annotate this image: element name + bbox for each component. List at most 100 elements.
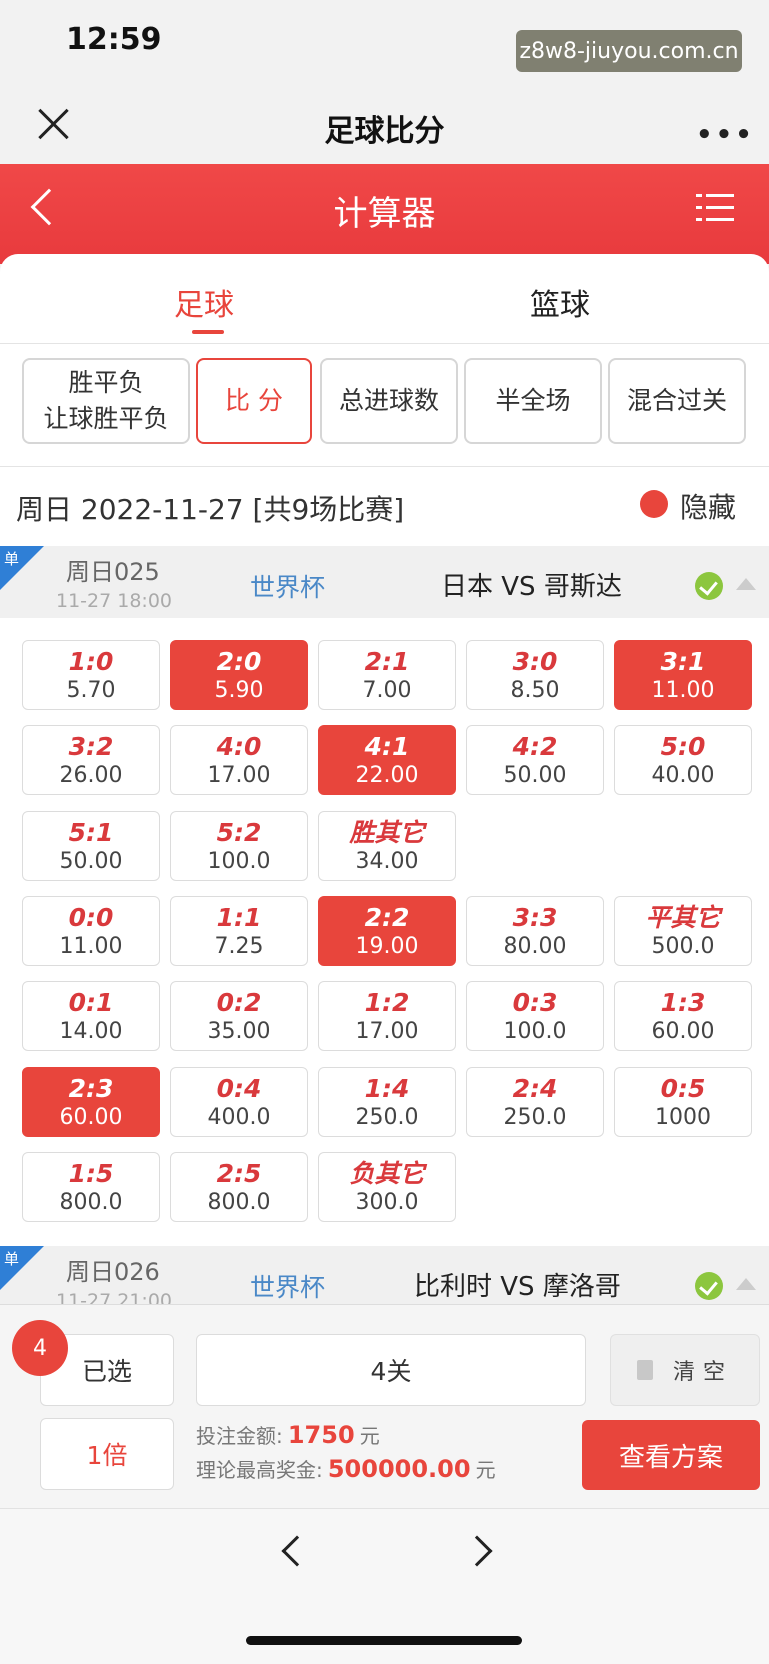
score-cell[interactable]: 5:2 100.0: [170, 811, 308, 881]
bet-amount-label: 投注金额:: [196, 1424, 283, 1448]
odds-value: 400.0: [207, 1105, 271, 1130]
bet-type-label: 胜平负: [68, 367, 144, 397]
pass-type-select[interactable]: 4关: [196, 1334, 586, 1406]
score-cell[interactable]: 1:2 17.00: [318, 981, 456, 1051]
score-cell[interactable]: 4:1 22.00: [318, 725, 456, 795]
odds-value: 8.50: [510, 678, 560, 703]
match-number: 周日025: [66, 558, 160, 586]
score-cell[interactable]: 3:3 80.00: [466, 896, 604, 966]
score-cell[interactable]: 0:3 100.0: [466, 981, 604, 1051]
view-plan-button[interactable]: 查看方案: [582, 1420, 760, 1490]
tab-football[interactable]: 足球: [174, 280, 234, 324]
score-cell[interactable]: 4:0 17.00: [170, 725, 308, 795]
collapse-icon[interactable]: [736, 1278, 756, 1290]
score-label: 3:2: [68, 732, 114, 761]
active-tab-indicator: [192, 330, 224, 334]
league-name: 世界杯: [250, 1273, 326, 1302]
status-time: 12:59: [66, 22, 162, 57]
single-badge-label: 单: [4, 1250, 20, 1268]
score-cell[interactable]: 5:1 50.00: [22, 811, 160, 881]
odds-value: 22.00: [355, 763, 419, 788]
score-cell[interactable]: 0:2 35.00: [170, 981, 308, 1051]
match-header[interactable]: 单 周日026 11-27 21:00 世界杯 比利时 VS 摩洛哥: [0, 1246, 769, 1304]
watermark: z8w8-jiuyou.com.cn: [516, 30, 742, 72]
score-cell[interactable]: 2:0 5.90: [170, 640, 308, 710]
score-label: 1:0: [68, 647, 114, 676]
bet-type-half-full[interactable]: 半全场: [464, 358, 602, 444]
score-label: 平其它: [645, 903, 721, 932]
clear-label: 清空: [672, 1360, 733, 1385]
odds-value: 250.0: [503, 1105, 567, 1130]
score-cell[interactable]: 3:2 26.00: [22, 725, 160, 795]
hide-label[interactable]: 隐藏: [680, 486, 736, 526]
odds-value: 60.00: [59, 1105, 123, 1130]
date-text: 周日 2022-11-27 [共9场比赛]: [16, 493, 405, 526]
more-icon[interactable]: •••: [696, 120, 755, 150]
multiplier-input[interactable]: 1倍: [40, 1418, 174, 1490]
score-cell[interactable]: 1:5 800.0: [22, 1152, 160, 1222]
odds-value: 7.00: [362, 678, 412, 703]
menu-icon[interactable]: [696, 192, 734, 224]
max-prize-unit: 元: [475, 1458, 496, 1482]
score-label: 4:2: [512, 732, 558, 761]
score-cell[interactable]: 5:0 40.00: [614, 725, 752, 795]
score-label: 负其它: [349, 1159, 425, 1188]
score-cell[interactable]: 0:4 400.0: [170, 1067, 308, 1137]
odds-value: 5.70: [66, 678, 116, 703]
bet-type-total-goals[interactable]: 总进球数: [320, 358, 458, 444]
score-cell[interactable]: 胜其它 34.00: [318, 811, 456, 881]
score-cell[interactable]: 2:4 250.0: [466, 1067, 604, 1137]
score-label: 3:0: [512, 647, 558, 676]
score-cell[interactable]: 2:1 7.00: [318, 640, 456, 710]
clear-button[interactable]: 清空: [610, 1334, 760, 1406]
top-nav: 足球比分 •••: [0, 92, 769, 164]
match-header[interactable]: 单 周日025 11-27 18:00 世界杯 日本 VS 哥斯达: [0, 546, 769, 618]
calculator-header: 计算器: [0, 164, 769, 264]
league-name: 世界杯: [250, 573, 326, 602]
date-row: 周日 2022-11-27 [共9场比赛] 隐藏: [0, 470, 769, 542]
score-label: 0:3: [512, 988, 558, 1017]
score-label: 4:0: [216, 732, 262, 761]
score-cell[interactable]: 平其它 500.0: [614, 896, 752, 966]
score-cell[interactable]: 2:5 800.0: [170, 1152, 308, 1222]
bet-type-score[interactable]: 比 分: [196, 358, 312, 444]
score-cell[interactable]: 3:0 8.50: [466, 640, 604, 710]
score-cell[interactable]: 2:3 60.00: [22, 1067, 160, 1137]
score-cell[interactable]: 3:1 11.00: [614, 640, 752, 710]
score-cell[interactable]: 负其它 300.0: [318, 1152, 456, 1222]
score-cell[interactable]: 1:4 250.0: [318, 1067, 456, 1137]
score-label: 4:1: [364, 732, 410, 761]
selected-label: 已选: [81, 1357, 132, 1386]
score-cell[interactable]: 2:2 19.00: [318, 896, 456, 966]
odds-value: 26.00: [59, 763, 123, 788]
odds-value: 100.0: [207, 849, 271, 874]
odds-value: 80.00: [503, 934, 567, 959]
match-teams: 比利时 VS 摩洛哥: [414, 1272, 621, 1302]
max-prize-value: 500000.00: [327, 1455, 471, 1483]
score-label: 2:4: [512, 1074, 558, 1103]
bet-type-mixed[interactable]: 混合过关: [608, 358, 746, 444]
score-label: 0:4: [216, 1074, 262, 1103]
score-label: 2:1: [364, 647, 410, 676]
match-time: 11-27 21:00: [56, 1290, 173, 1304]
tab-basketball[interactable]: 篮球: [530, 280, 590, 324]
max-prize-row: 理论最高奖金: 500000.00 元: [196, 1454, 496, 1483]
score-label: 5:2: [216, 818, 262, 847]
score-cell[interactable]: 0:5 1000: [614, 1067, 752, 1137]
multiplier-value: 1倍: [86, 1441, 128, 1470]
odds-value: 34.00: [355, 849, 419, 874]
bet-amount-unit: 元: [359, 1424, 380, 1448]
collapse-icon[interactable]: [736, 578, 756, 590]
bet-type-win-draw-lose[interactable]: 胜平负 让球胜平负: [22, 358, 190, 444]
score-label: 2:5: [216, 1159, 262, 1188]
score-cell[interactable]: 4:2 50.00: [466, 725, 604, 795]
score-cell[interactable]: 1:1 7.25: [170, 896, 308, 966]
bet-type-label: 混合过关: [626, 385, 727, 415]
odds-value: 35.00: [207, 1019, 271, 1044]
hide-toggle-icon[interactable]: [640, 490, 668, 518]
score-cell[interactable]: 0:0 11.00: [22, 896, 160, 966]
odds-value: 11.00: [651, 678, 715, 703]
score-cell[interactable]: 0:1 14.00: [22, 981, 160, 1051]
score-cell[interactable]: 1:3 60.00: [614, 981, 752, 1051]
score-cell[interactable]: 1:0 5.70: [22, 640, 160, 710]
